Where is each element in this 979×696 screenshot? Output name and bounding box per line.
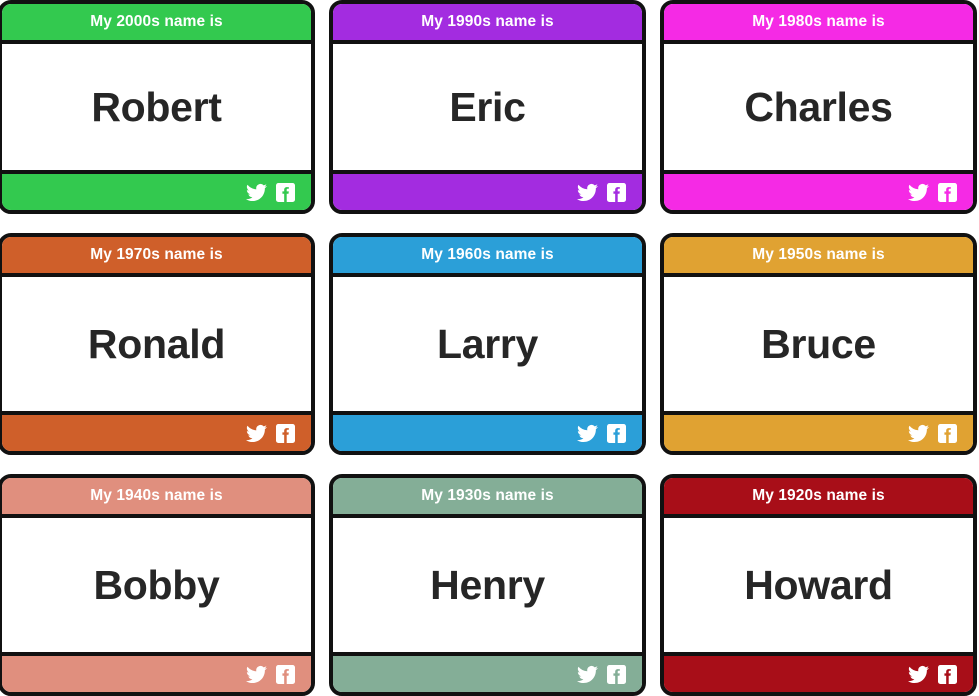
name-card-grid: My 2000s name is Robert My 1990s name is Er…: [0, 0, 977, 696]
twitter-icon[interactable]: [577, 182, 598, 203]
card-header-label: My 1980s name is: [752, 13, 885, 31]
card-footer: [664, 170, 973, 210]
card-name-value: Ronald: [87, 320, 226, 367]
card-header-label: My 1930s name is: [421, 487, 554, 505]
card-header: My 2000s name is: [2, 4, 311, 44]
facebook-icon[interactable]: [276, 664, 295, 684]
card-body: Bruce: [664, 277, 973, 411]
card-footer: [333, 170, 642, 210]
card-footer: [664, 411, 973, 451]
card-body: Henry: [333, 518, 642, 652]
twitter-icon[interactable]: [908, 423, 929, 444]
card-name-value: Henry: [430, 561, 545, 608]
card-header-label: My 1950s name is: [752, 246, 885, 264]
card-body: Larry: [333, 277, 642, 411]
twitter-icon[interactable]: [246, 664, 267, 685]
card-header: My 1920s name is: [664, 478, 973, 518]
card-header: My 1990s name is: [333, 4, 642, 44]
card-body: Howard: [664, 518, 973, 652]
card-header-label: My 1990s name is: [421, 13, 554, 31]
twitter-icon[interactable]: [577, 664, 598, 685]
twitter-icon[interactable]: [246, 182, 267, 203]
card-name-value: Charles: [744, 83, 893, 130]
facebook-icon[interactable]: [938, 182, 957, 202]
card-body: Robert: [2, 44, 311, 170]
card-name-value: Howard: [744, 561, 893, 608]
facebook-icon[interactable]: [607, 182, 626, 202]
card-header: My 1930s name is: [333, 478, 642, 518]
facebook-icon[interactable]: [276, 182, 295, 202]
card-header-label: My 1920s name is: [752, 487, 885, 505]
card-header-label: My 2000s name is: [90, 13, 223, 31]
card-1920s[interactable]: My 1920s name is Howard: [660, 474, 977, 696]
facebook-icon[interactable]: [607, 423, 626, 443]
card-footer: [2, 170, 311, 210]
card-name-value: Bruce: [761, 320, 876, 367]
card-name-value: Bobby: [93, 561, 220, 608]
twitter-icon[interactable]: [908, 182, 929, 203]
card-body: Ronald: [2, 277, 311, 411]
facebook-icon[interactable]: [938, 423, 957, 443]
card-1960s[interactable]: My 1960s name is Larry: [329, 233, 646, 455]
card-footer: [333, 411, 642, 451]
card-name-value: Eric: [449, 83, 526, 130]
card-name-value: Robert: [91, 83, 222, 130]
twitter-icon[interactable]: [577, 423, 598, 444]
card-header: My 1970s name is: [2, 237, 311, 277]
twitter-icon[interactable]: [908, 664, 929, 685]
card-2000s[interactable]: My 2000s name is Robert: [0, 0, 315, 214]
card-header-label: My 1940s name is: [90, 487, 223, 505]
facebook-icon[interactable]: [276, 423, 295, 443]
card-1930s[interactable]: My 1930s name is Henry: [329, 474, 646, 696]
card-name-value: Larry: [436, 320, 539, 367]
card-1950s[interactable]: My 1950s name is Bruce: [660, 233, 977, 455]
card-header: My 1980s name is: [664, 4, 973, 44]
card-footer: [664, 652, 973, 692]
card-footer: [333, 652, 642, 692]
card-1970s[interactable]: My 1970s name is Ronald: [0, 233, 315, 455]
card-1940s[interactable]: My 1940s name is Bobby: [0, 474, 315, 696]
facebook-icon[interactable]: [607, 664, 626, 684]
card-footer: [2, 411, 311, 451]
card-body: Bobby: [2, 518, 311, 652]
card-1990s[interactable]: My 1990s name is Eric: [329, 0, 646, 214]
card-header: My 1960s name is: [333, 237, 642, 277]
card-header-label: My 1970s name is: [90, 246, 223, 264]
twitter-icon[interactable]: [246, 423, 267, 444]
card-1980s[interactable]: My 1980s name is Charles: [660, 0, 977, 214]
card-header: My 1940s name is: [2, 478, 311, 518]
card-header: My 1950s name is: [664, 237, 973, 277]
card-body: Charles: [664, 44, 973, 170]
card-footer: [2, 652, 311, 692]
facebook-icon[interactable]: [938, 664, 957, 684]
card-header-label: My 1960s name is: [421, 246, 554, 264]
card-body: Eric: [333, 44, 642, 170]
